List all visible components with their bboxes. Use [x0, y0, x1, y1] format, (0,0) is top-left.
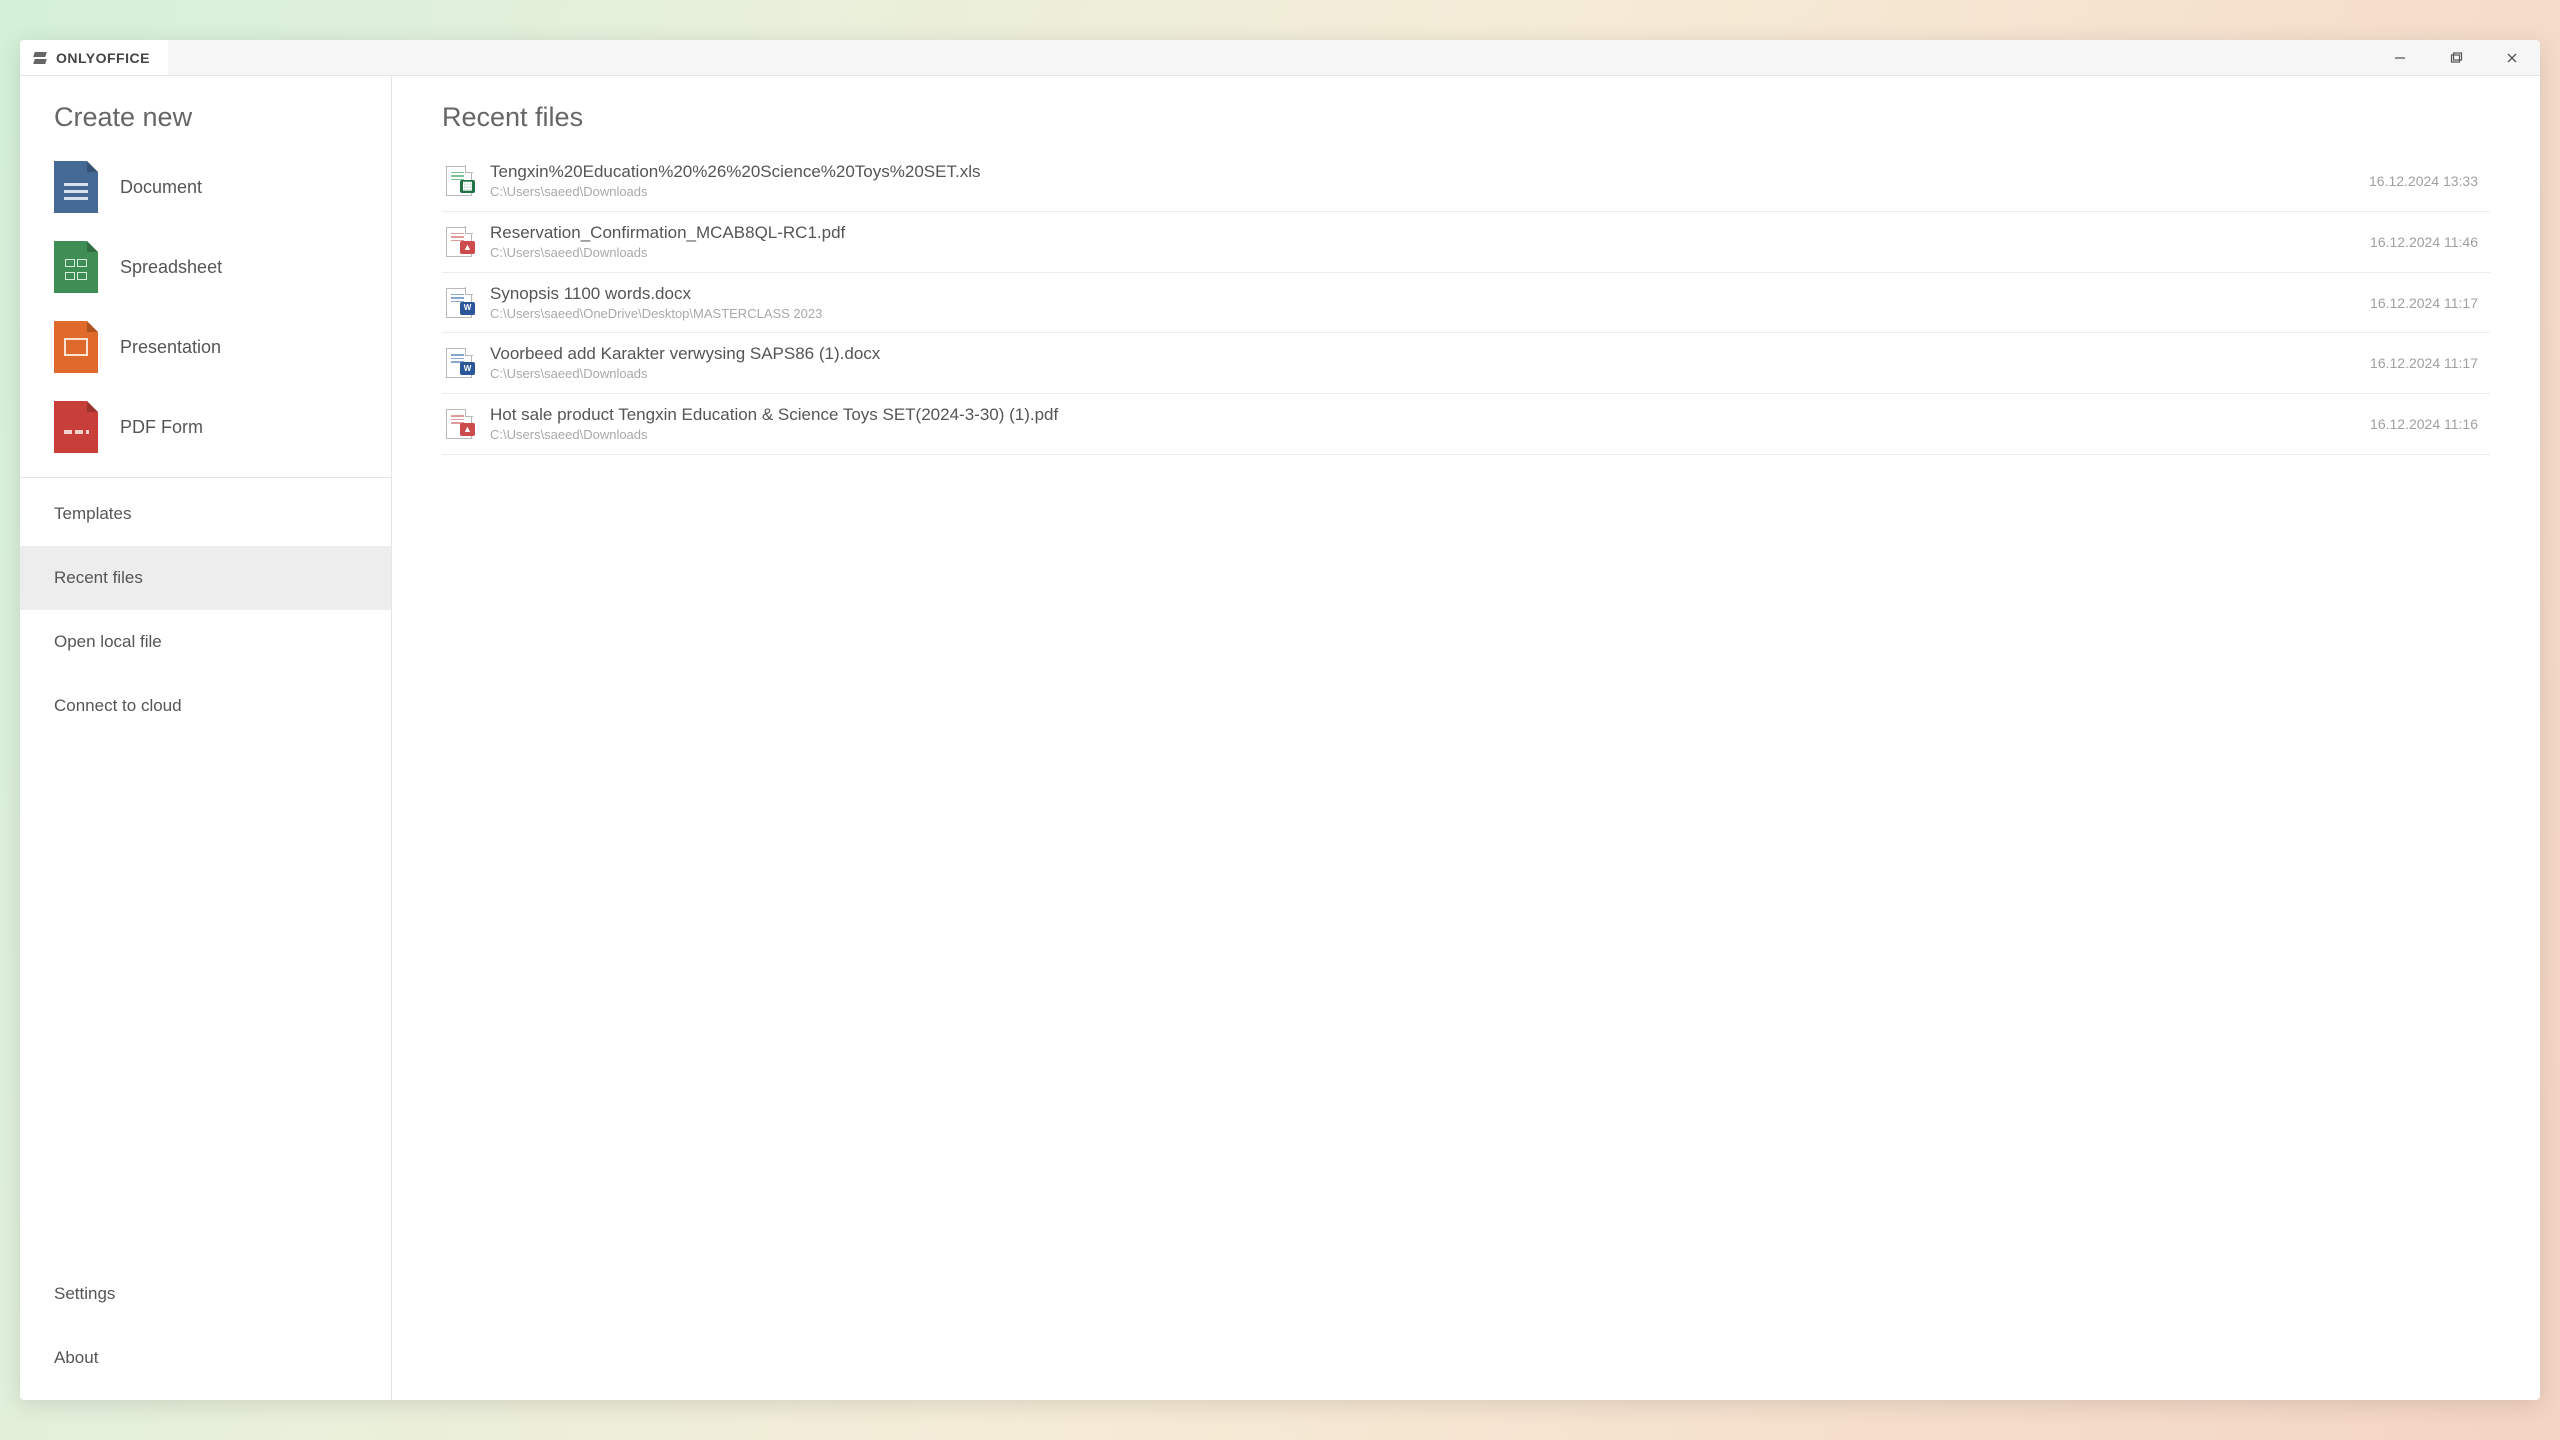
content-area: Create new Document Spreadsheet Presentati…: [20, 76, 2540, 1400]
recent-file-row[interactable]: Reservation_Confirmation_MCAB8QL-RC1.pdf…: [442, 212, 2490, 273]
nav-templates[interactable]: Templates: [20, 482, 391, 546]
file-timestamp: 16.12.2024 11:46: [2370, 234, 2486, 250]
create-document[interactable]: Document: [20, 147, 391, 227]
app-window: ONLYOFFICE Create new Document Spreadshee…: [20, 40, 2540, 1400]
file-timestamp: 16.12.2024 11:17: [2370, 295, 2486, 311]
file-path: C:\Users\saeed\Downloads: [490, 184, 2351, 201]
app-name: ONLYOFFICE: [56, 50, 150, 66]
file-name: Voorbeed add Karakter verwysing SAPS86 (…: [490, 343, 2352, 366]
recent-file-row[interactable]: Hot sale product Tengxin Education & Sci…: [442, 394, 2490, 455]
app-tab[interactable]: ONLYOFFICE: [20, 40, 168, 75]
docx-file-icon: [446, 288, 472, 318]
sidebar-divider: [20, 477, 391, 478]
sidebar: Create new Document Spreadsheet Presentati…: [20, 76, 392, 1400]
orange-doc-icon: [54, 321, 98, 373]
file-path: C:\Users\saeed\Downloads: [490, 427, 2352, 444]
main-panel: Recent files Tengxin%20Education%20%26%2…: [392, 76, 2540, 1400]
create-item-label: Presentation: [120, 337, 221, 358]
file-info: Synopsis 1100 words.docxC:\Users\saeed\O…: [490, 283, 2352, 323]
create-new-heading: Create new: [20, 102, 391, 147]
minimize-button[interactable]: [2372, 40, 2428, 75]
file-name: Reservation_Confirmation_MCAB8QL-RC1.pdf: [490, 222, 2352, 245]
recent-files-list: Tengxin%20Education%20%26%20Science%20To…: [442, 151, 2490, 455]
titlebar: ONLYOFFICE: [20, 40, 2540, 76]
create-spreadsheet[interactable]: Spreadsheet: [20, 227, 391, 307]
nav-connect-to-cloud[interactable]: Connect to cloud: [20, 674, 391, 738]
minimize-icon: [2393, 51, 2407, 65]
maximize-button[interactable]: [2428, 40, 2484, 75]
nav-recent-files[interactable]: Recent files: [20, 546, 391, 610]
window-controls: [2372, 40, 2540, 75]
create-presentation[interactable]: Presentation: [20, 307, 391, 387]
recent-file-row[interactable]: Voorbeed add Karakter verwysing SAPS86 (…: [442, 333, 2490, 394]
file-timestamp: 16.12.2024 11:16: [2370, 416, 2486, 432]
maximize-icon: [2449, 51, 2463, 65]
file-info: Voorbeed add Karakter verwysing SAPS86 (…: [490, 343, 2352, 383]
nav-settings[interactable]: Settings: [20, 1262, 391, 1326]
sidebar-top: Create new Document Spreadsheet Presentati…: [20, 76, 391, 748]
pdf-file-icon: [446, 409, 472, 439]
file-info: Reservation_Confirmation_MCAB8QL-RC1.pdf…: [490, 222, 2352, 262]
file-info: Tengxin%20Education%20%26%20Science%20To…: [490, 161, 2351, 201]
file-path: C:\Users\saeed\Downloads: [490, 366, 2352, 383]
blue-doc-icon: [54, 161, 98, 213]
create-item-label: Document: [120, 177, 202, 198]
recent-file-row[interactable]: Tengxin%20Education%20%26%20Science%20To…: [442, 151, 2490, 212]
create-item-label: Spreadsheet: [120, 257, 222, 278]
green-doc-icon: [54, 241, 98, 293]
pdf-file-icon: [446, 227, 472, 257]
sidebar-bottom: SettingsAbout: [20, 1262, 391, 1400]
close-button[interactable]: [2484, 40, 2540, 75]
file-timestamp: 16.12.2024 13:33: [2369, 173, 2486, 189]
docx-file-icon: [446, 348, 472, 378]
nav-about[interactable]: About: [20, 1326, 391, 1390]
titlebar-drag-area[interactable]: [168, 40, 2372, 75]
xls-file-icon: [446, 166, 472, 196]
file-timestamp: 16.12.2024 11:17: [2370, 355, 2486, 371]
file-path: C:\Users\saeed\OneDrive\Desktop\MASTERCL…: [490, 306, 2352, 323]
create-item-label: PDF Form: [120, 417, 203, 438]
create-pdf-form[interactable]: PDF Form: [20, 387, 391, 467]
recent-file-row[interactable]: Synopsis 1100 words.docxC:\Users\saeed\O…: [442, 273, 2490, 334]
recent-files-heading: Recent files: [442, 102, 2490, 151]
file-info: Hot sale product Tengxin Education & Sci…: [490, 404, 2352, 444]
nav-open-local-file[interactable]: Open local file: [20, 610, 391, 674]
close-icon: [2505, 51, 2519, 65]
file-name: Tengxin%20Education%20%26%20Science%20To…: [490, 161, 2351, 184]
file-name: Synopsis 1100 words.docx: [490, 283, 2352, 306]
app-logo-icon: [32, 50, 48, 66]
red-doc-icon: [54, 401, 98, 453]
file-name: Hot sale product Tengxin Education & Sci…: [490, 404, 2352, 427]
file-path: C:\Users\saeed\Downloads: [490, 245, 2352, 262]
